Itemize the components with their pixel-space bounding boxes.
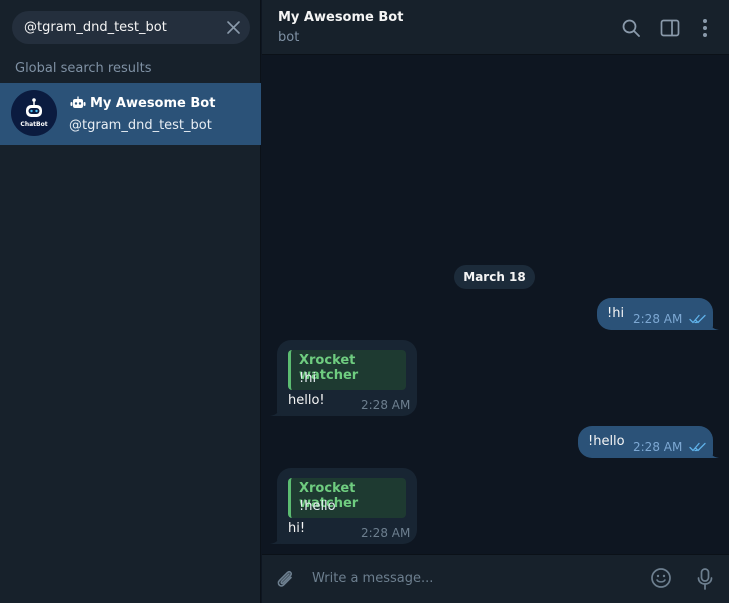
paperclip-icon[interactable]: [274, 568, 296, 590]
reply-quote[interactable]: Xrocket watcher !hi: [288, 350, 406, 390]
robot-icon: [26, 98, 42, 117]
message-composer: [262, 554, 729, 603]
avatar: ChatBot: [11, 90, 57, 136]
message-time: 2:28 AM: [361, 526, 411, 540]
message-text: hi!: [288, 521, 306, 536]
avatar-label: ChatBot: [20, 121, 48, 128]
search-box[interactable]: [12, 11, 250, 44]
close-icon[interactable]: [225, 19, 242, 36]
incoming-message[interactable]: Xrocket watcher !hello hi! 2:28 AM: [277, 468, 417, 544]
section-label: Global search results: [15, 61, 152, 76]
double-check-icon: [689, 442, 706, 452]
message-area[interactable]: March 18 !hi 2:28 AM Xrocket watcher !hi…: [262, 56, 729, 554]
message-time: 2:28 AM: [633, 312, 683, 326]
message-text: !hello: [588, 434, 625, 449]
chat-title[interactable]: My Awesome Bot: [278, 10, 403, 25]
outgoing-message[interactable]: !hello 2:28 AM: [578, 426, 713, 458]
bubble-tail: [270, 406, 280, 416]
reply-quote[interactable]: Xrocket watcher !hello: [288, 478, 406, 518]
message-text: !hi: [607, 306, 625, 321]
sidebar-toggle-icon[interactable]: [659, 17, 681, 39]
message-time: 2:28 AM: [361, 398, 411, 412]
message-text: hello!: [288, 393, 325, 408]
date-separator: March 18: [454, 265, 535, 289]
reply-text: !hi: [299, 371, 317, 386]
bubble-tail: [709, 448, 719, 458]
chat-header: My Awesome Bot bot: [262, 0, 729, 55]
search-icon[interactable]: [620, 17, 642, 39]
bubble-tail: [270, 534, 280, 544]
chat-status: bot: [278, 30, 300, 45]
result-username: @tgram_dnd_test_bot: [69, 118, 212, 133]
incoming-message[interactable]: Xrocket watcher !hi hello! 2:28 AM: [277, 340, 417, 416]
search-result-item[interactable]: ChatBot My Awesome Bot @tgram_dnd_test_b…: [0, 83, 261, 145]
search-input[interactable]: [24, 11, 214, 44]
message-input[interactable]: [312, 563, 632, 593]
chat-list-panel: Global search results ChatBot My: [0, 0, 261, 603]
result-title-row: My Awesome Bot: [70, 94, 215, 112]
emoji-icon[interactable]: [650, 567, 672, 589]
bot-icon: [70, 96, 86, 108]
reply-text: !hello: [299, 499, 336, 514]
microphone-icon[interactable]: [694, 567, 716, 591]
result-title: My Awesome Bot: [90, 95, 216, 111]
double-check-icon: [689, 314, 706, 324]
more-vertical-icon[interactable]: [694, 17, 716, 39]
bubble-tail: [709, 320, 719, 330]
message-time: 2:28 AM: [633, 440, 683, 454]
outgoing-message[interactable]: !hi 2:28 AM: [597, 298, 713, 330]
